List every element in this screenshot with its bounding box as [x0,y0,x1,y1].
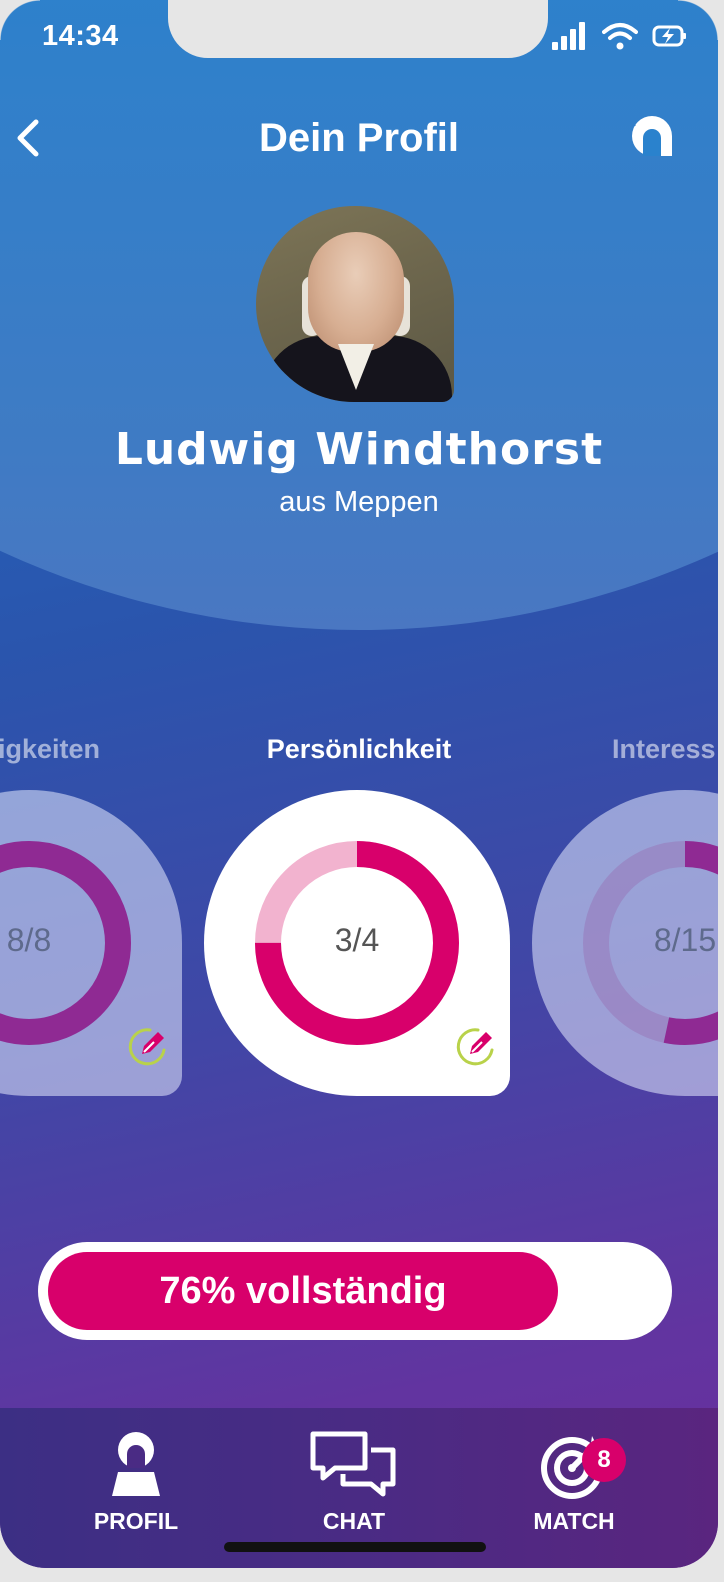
category-card-left[interactable]: 8/8 [0,790,182,1096]
match-badge: 8 [582,1438,626,1482]
edit-icon[interactable] [124,1022,172,1070]
profile-name: Ludwig Windthorst [114,424,604,475]
category-label-right[interactable]: Interess [612,734,716,765]
nav-profil-label: PROFIL [93,1508,179,1534]
screen-corner [0,0,40,40]
signal-icon [552,22,585,50]
nav-profil[interactable]: PROFIL [56,1430,216,1535]
page-title: Dein Profil [258,116,460,160]
nav-chat[interactable]: CHAT [274,1430,434,1535]
category-label-center[interactable]: Persönlichkeit [0,734,718,765]
home-indicator [224,1542,486,1552]
profile-origin: aus Meppen [279,486,439,518]
profile-progress-label: 76% vollständig [159,1270,447,1312]
app-screen: 14:34 Dein Profil Ludwig Windthorst aus … [0,0,718,1568]
app-logo-button[interactable] [628,112,676,160]
category-count-center: 3/4 [334,922,380,958]
device-notch [168,0,548,58]
nav-match-label: MATCH [533,1508,615,1534]
app-logo-icon [632,116,672,156]
nav-chat-label: CHAT [322,1508,386,1534]
wifi-icon [602,23,638,50]
status-icons [552,22,688,50]
status-time: 14:34 [42,20,119,52]
screen-corner [678,0,718,40]
edit-icon[interactable] [452,1022,500,1070]
category-count-left: 8/8 [6,922,52,958]
profile-icon [112,1432,160,1496]
category-count-right: 8/15 [653,922,717,958]
category-card-center[interactable]: 3/4 [204,790,510,1096]
chat-icon [310,1431,396,1497]
profile-avatar[interactable] [256,206,454,402]
profile-progress-bar: 76% vollständig [38,1242,672,1340]
nav-match[interactable]: 8 MATCH [494,1430,654,1535]
category-card-right[interactable]: 8/15 [532,790,718,1096]
